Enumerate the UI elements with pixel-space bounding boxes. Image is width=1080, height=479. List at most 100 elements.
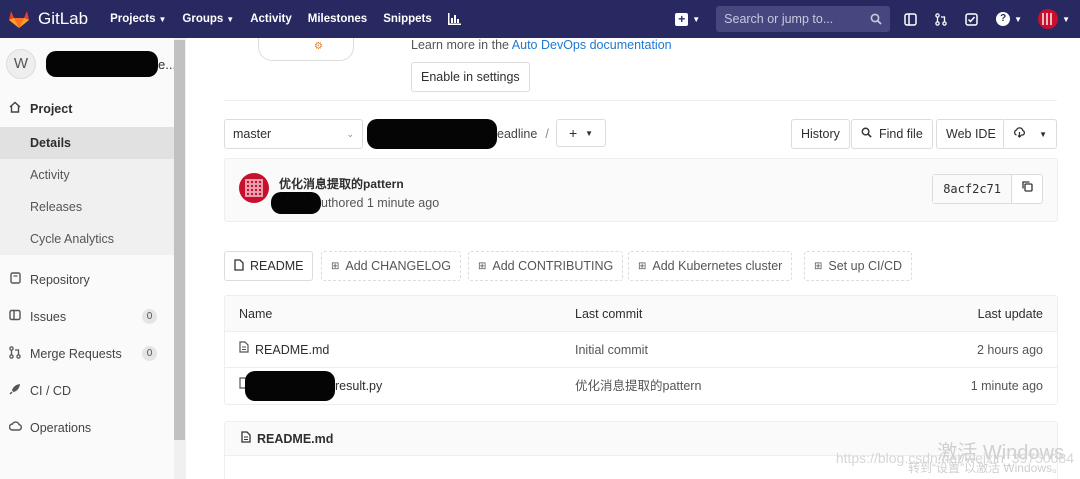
sidebar-item-project[interactable]: Project [0,90,185,127]
file-name: README.md [255,343,330,357]
book-icon [8,272,22,287]
file-last-update: 2 hours ago [976,343,1043,357]
user-menu[interactable]: ▼ [1038,9,1070,29]
cloud-download-icon [1013,127,1026,141]
table-row: README.md Initial commit 2 hours ago [225,332,1057,368]
clone-dropdown[interactable]: ▼ [1003,119,1057,149]
commit-sha[interactable]: 8acf2c71 [933,175,1012,203]
chevron-down-icon: ▼ [1062,14,1070,24]
file-last-update: 1 minute ago [970,379,1043,393]
plus-square-icon: ⊞ [814,260,823,272]
file-last-commit[interactable]: Initial commit [575,332,648,368]
plus-square-icon: ⊞ [478,260,487,272]
nav-milestones[interactable]: Milestones [308,13,367,25]
divider [224,100,1057,101]
project-avatar: W [6,49,36,79]
readme-title: README.md [257,431,334,446]
sidebar-sub-cycle-analytics[interactable]: Cycle Analytics [0,223,174,255]
add-changelog-button[interactable]: ⊞ Add CHANGELOG [321,251,461,281]
sidebar-toggle-icon[interactable] [904,12,917,26]
commit-sha-group: 8acf2c71 [932,174,1043,204]
last-commit-panel: 优化消息提取的pattern uthored 1 minute ago 8acf… [224,158,1058,222]
search-input[interactable]: Search or jump to... [716,6,891,32]
history-button[interactable]: History [791,119,850,149]
find-file-button[interactable]: Find file [851,119,933,149]
nav-groups[interactable]: Groups ▼ [182,13,234,25]
chevron-down-icon: ▼ [692,14,701,24]
file-icon [239,332,249,368]
add-kubernetes-cluster-button[interactable]: ⊞ Add Kubernetes cluster [628,251,793,281]
new-dropdown[interactable]: + ▼ [675,12,701,26]
file-last-commit[interactable]: 优化消息提取的pattern [575,368,701,404]
sidebar-sub-details[interactable]: Details [0,127,174,159]
add-changelog-label: Add CHANGELOG [345,259,451,273]
web-ide-button[interactable]: Web IDE [936,119,1006,149]
project-sidebar: W e... Project Details Activity Releases… [0,38,186,479]
rocket-icon [8,383,22,398]
enable-in-settings-button[interactable]: Enable in settings [411,62,530,92]
path-separator: / [545,127,549,141]
add-to-tree-dropdown[interactable]: + ▼ [556,119,606,147]
sidebar-item-cicd[interactable]: CI / CD [0,372,185,409]
user-avatar [1038,9,1059,29]
sidebar-item-label: Merge Requests [30,346,122,361]
sidebar-sub-releases[interactable]: Releases [0,191,174,223]
setup-cicd-button[interactable]: ⊞ Set up CI/CD [804,251,913,281]
plus-icon: + [675,12,689,26]
sidebar-project-header[interactable]: W e... [0,38,185,90]
commit-meta: uthored 1 minute ago [271,192,439,214]
file-link[interactable]: result.py [239,368,382,404]
nav-projects-label: Projects [110,13,156,25]
add-contributing-label: Add CONTRIBUTING [492,259,614,273]
todo-check-icon[interactable] [965,12,978,26]
auto-devops-docs-link[interactable]: Auto DevOps documentation [512,38,672,52]
commit-author-avatar[interactable] [239,173,269,203]
redacted-path [367,119,497,149]
sidebar-sub-activity[interactable]: Activity [0,159,174,191]
commit-title[interactable]: 优化消息提取的pattern [279,175,404,192]
find-file-label: Find file [879,127,923,141]
chevron-down-icon: ⌄ [346,128,354,139]
nav-projects[interactable]: Projects ▼ [110,13,166,25]
nav-activity[interactable]: Activity [250,13,292,25]
file-icon [234,258,244,274]
chevron-down-icon: ▼ [226,14,235,24]
file-name-suffix: result.py [335,379,383,393]
nav-snippets[interactable]: Snippets [383,13,432,25]
plus-icon: + [568,125,578,141]
learn-prefix: Learn more in the [411,38,509,52]
copy-sha-button[interactable] [1012,175,1042,203]
add-contributing-button[interactable]: ⊞ Add CONTRIBUTING [468,251,624,281]
sidebar-item-issues[interactable]: Issues 0 [0,298,185,335]
table-row: result.py 优化消息提取的pattern 1 minute ago [225,368,1057,404]
help-dropdown[interactable]: ? ▼ [996,12,1022,26]
breadcrumb-path: eadline / [367,119,549,149]
path-tail[interactable]: eadline [497,127,537,141]
readme-button[interactable]: README [224,251,314,281]
sidebar-item-operations[interactable]: Operations [0,409,185,446]
gitlab-logo-icon [9,11,29,28]
branch-selector[interactable]: master ⌄ [224,119,363,149]
brand-name: GitLab [38,9,89,28]
sidebar-item-label: Project [30,101,73,116]
sidebar-scrollbar-thumb[interactable] [174,40,185,440]
search-icon [870,13,882,25]
merge-request-icon[interactable] [935,12,947,26]
setup-cicd-label: Set up CI/CD [828,259,903,273]
top-navbar: GitLab Projects ▼ Groups ▼ Activity Milest… [0,0,1080,38]
file-icon [241,431,251,446]
file-tree-table: Name Last commit Last update README.md I… [224,295,1058,405]
file-link[interactable]: README.md [239,332,329,368]
gitlab-home-link[interactable]: GitLab [8,0,88,38]
table-header-row: Name Last commit Last update [225,296,1057,332]
chart-icon[interactable] [447,13,461,25]
sidebar-item-merge-requests[interactable]: Merge Requests 0 [0,335,185,372]
home-icon [8,101,22,116]
branch-name: master [233,127,272,141]
redacted-project-name [46,51,158,77]
project-name: e... [46,51,176,77]
column-header-last-update: Last update [977,307,1043,321]
sidebar-item-label: Repository [30,272,90,287]
sidebar-item-repository[interactable]: Repository [0,261,185,298]
issues-icon [8,309,22,324]
